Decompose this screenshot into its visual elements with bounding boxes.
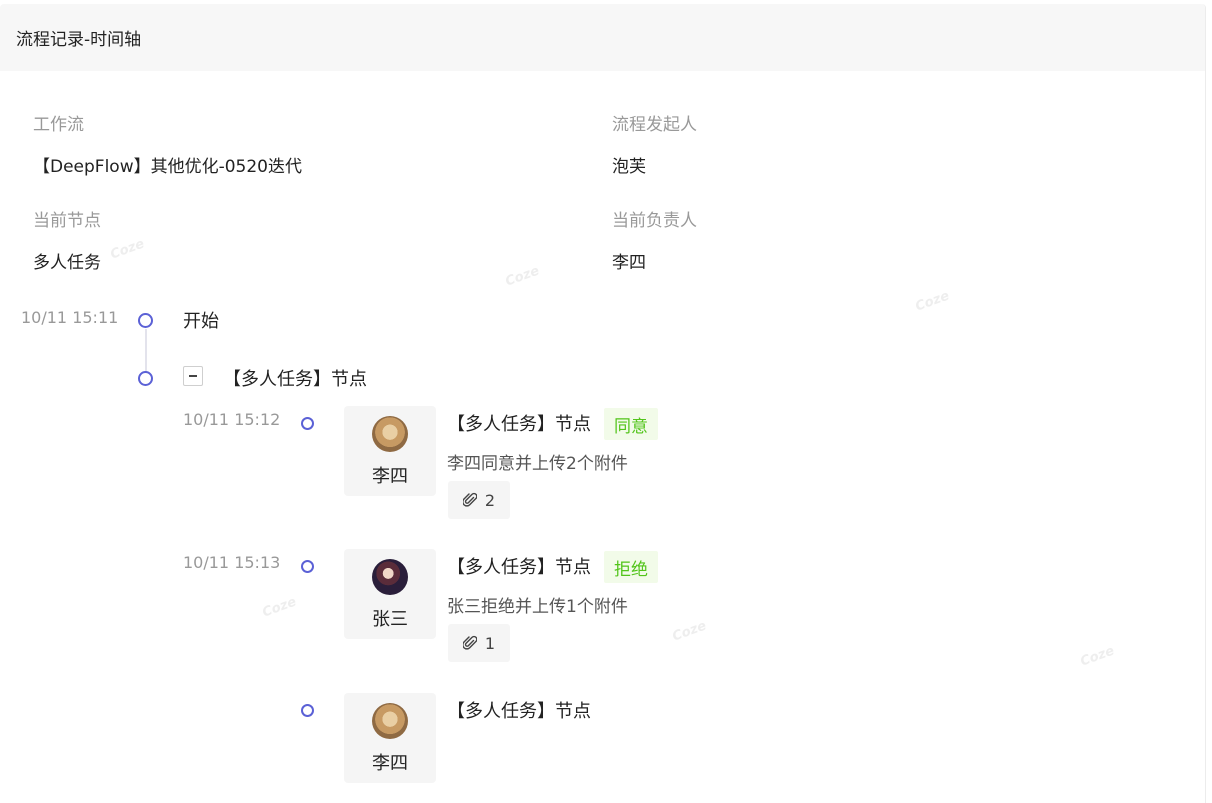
- watermark: Coze: [503, 263, 542, 290]
- start-label: 开始: [183, 311, 219, 332]
- status-badge: 拒绝: [604, 551, 658, 583]
- record-title: 【多人任务】节点: [447, 701, 591, 722]
- collapse-toggle-button[interactable]: [183, 366, 203, 386]
- user-card: 张三: [344, 549, 436, 639]
- current-owner-label: 当前负责人: [612, 211, 697, 231]
- paperclip-icon: [462, 635, 477, 650]
- start-time: 10/11 15:11: [21, 308, 119, 327]
- initiator-value: 泡芙: [612, 157, 646, 177]
- timeline-dot: [301, 560, 314, 573]
- status-badge: 同意: [604, 408, 658, 440]
- user-name: 张三: [372, 609, 408, 630]
- attachment-button[interactable]: 2: [448, 481, 510, 519]
- current-node-label: 当前节点: [33, 211, 101, 231]
- user-card: 李四: [344, 406, 436, 496]
- avatar: [372, 703, 408, 739]
- record-title: 【多人任务】节点: [447, 414, 591, 435]
- workflow-label: 工作流: [33, 115, 84, 135]
- watermark: Coze: [913, 288, 952, 315]
- watermark: Coze: [1078, 643, 1117, 670]
- timeline-dot: [138, 313, 153, 328]
- record-time: 10/11 15:13: [183, 553, 281, 572]
- panel-title: 流程记录-时间轴: [16, 30, 142, 50]
- timeline-connector: [145, 329, 147, 372]
- attachment-count: 2: [484, 490, 496, 510]
- record-description: 张三拒绝并上传1个附件: [447, 597, 628, 617]
- attachment-count: 1: [484, 633, 496, 653]
- current-owner-value: 李四: [612, 253, 646, 273]
- timeline-panel: 流程记录-时间轴 工作流 【DeepFlow】其他优化-0520迭代 流程发起人…: [0, 4, 1206, 803]
- user-name: 李四: [372, 466, 408, 487]
- timeline-dot: [301, 704, 314, 717]
- watermark: Coze: [260, 594, 299, 621]
- timeline-dot: [138, 371, 153, 386]
- record-description: 李四同意并上传2个附件: [447, 454, 628, 474]
- panel-header: 流程记录-时间轴: [0, 4, 1205, 71]
- watermark: Coze: [670, 618, 709, 645]
- record-title: 【多人任务】节点: [447, 557, 591, 578]
- record-time: 10/11 15:12: [183, 410, 281, 429]
- attachment-button[interactable]: 1: [448, 624, 510, 662]
- workflow-value: 【DeepFlow】其他优化-0520迭代: [33, 157, 303, 177]
- timeline-dot: [301, 417, 314, 430]
- paperclip-icon: [462, 492, 477, 507]
- user-card: 李四: [344, 693, 436, 783]
- avatar: [372, 416, 408, 452]
- initiator-label: 流程发起人: [612, 115, 697, 135]
- watermark: Coze: [108, 236, 147, 263]
- node-group-title: 【多人任务】节点: [223, 369, 367, 390]
- current-node-value: 多人任务: [33, 253, 101, 273]
- avatar: [372, 559, 408, 595]
- user-name: 李四: [372, 753, 408, 774]
